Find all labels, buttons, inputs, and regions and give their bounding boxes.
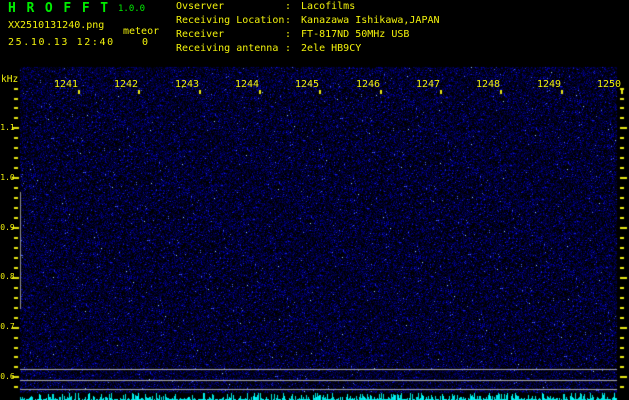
- y-tick-label: 0.9: [0, 224, 15, 232]
- x-tick-label: 1241: [54, 80, 78, 90]
- x-tick-label: 1250: [597, 80, 621, 90]
- info-row-location: Receiving Location: Kanazawa Ishikawa,JAP…: [176, 16, 440, 26]
- info-value: Lacofilms: [301, 1, 355, 12]
- x-tick-label: 1246: [356, 80, 380, 90]
- hrofft-screen: H R O F F T 1.0.0 XX2510131240.png meteo…: [0, 0, 629, 400]
- info-separator: :: [285, 1, 291, 12]
- info-separator: :: [285, 29, 291, 40]
- y-tick-label: 0.8: [0, 273, 15, 281]
- info-label: Receiving Location: [176, 16, 285, 26]
- y-tick-label: 1.1: [0, 124, 15, 132]
- x-tick-label: 1249: [537, 80, 561, 90]
- x-tick-label: 1245: [295, 80, 319, 90]
- info-separator: :: [285, 43, 291, 54]
- x-tick-label: 1242: [114, 80, 138, 90]
- y-axis-unit-label: kHz: [1, 75, 18, 85]
- info-label: Ovserver: [176, 2, 285, 12]
- spectrogram-canvas: [0, 0, 629, 400]
- meteor-count-value: 0: [142, 38, 148, 48]
- info-label: Receiver: [176, 30, 285, 40]
- y-tick-label: 1.0: [0, 174, 15, 182]
- info-row-antenna: Receiving antenna:2ele HB9CY: [176, 44, 361, 54]
- info-value: FT-817ND 50MHz USB: [301, 29, 409, 40]
- output-filename: XX2510131240.png: [8, 21, 104, 31]
- x-tick-label: 1248: [476, 80, 500, 90]
- meteor-mode-label: meteor: [123, 27, 159, 37]
- app-version: 1.0.0: [118, 5, 145, 14]
- info-row-receiver: Receiver: FT-817ND 50MHz USB: [176, 30, 409, 40]
- y-tick-label: 0.6: [0, 373, 15, 381]
- info-value: 2ele HB9CY: [301, 43, 361, 54]
- x-tick-label: 1244: [235, 80, 259, 90]
- observation-datetime: 25.10.13 12:40: [8, 38, 115, 48]
- info-value: Kanazawa Ishikawa,JAPAN: [301, 15, 439, 26]
- x-tick-label: 1243: [175, 80, 199, 90]
- info-label: Receiving antenna: [176, 44, 285, 54]
- y-tick-label: 0.7: [0, 323, 15, 331]
- info-separator: :: [285, 15, 291, 26]
- app-title: H R O F F T: [8, 2, 110, 15]
- info-row-observer: Ovserver: Lacofilms: [176, 2, 355, 12]
- x-tick-label: 1247: [416, 80, 440, 90]
